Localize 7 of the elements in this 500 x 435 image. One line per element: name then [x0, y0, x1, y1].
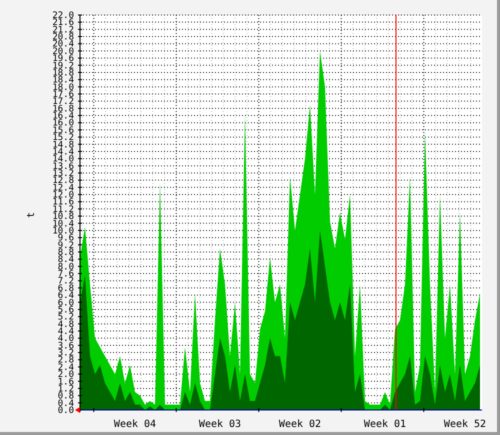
x-tick-label: Week 02 [278, 419, 322, 430]
x-tick-label: Week 52 [444, 419, 486, 430]
x-tick-label: Week 01 [364, 419, 406, 430]
x-tick-label: Week 03 [198, 419, 242, 430]
y-axis-title: t [26, 212, 37, 218]
axis-arrow-icon [75, 407, 80, 413]
x-tick-label: Week 04 [114, 419, 156, 430]
